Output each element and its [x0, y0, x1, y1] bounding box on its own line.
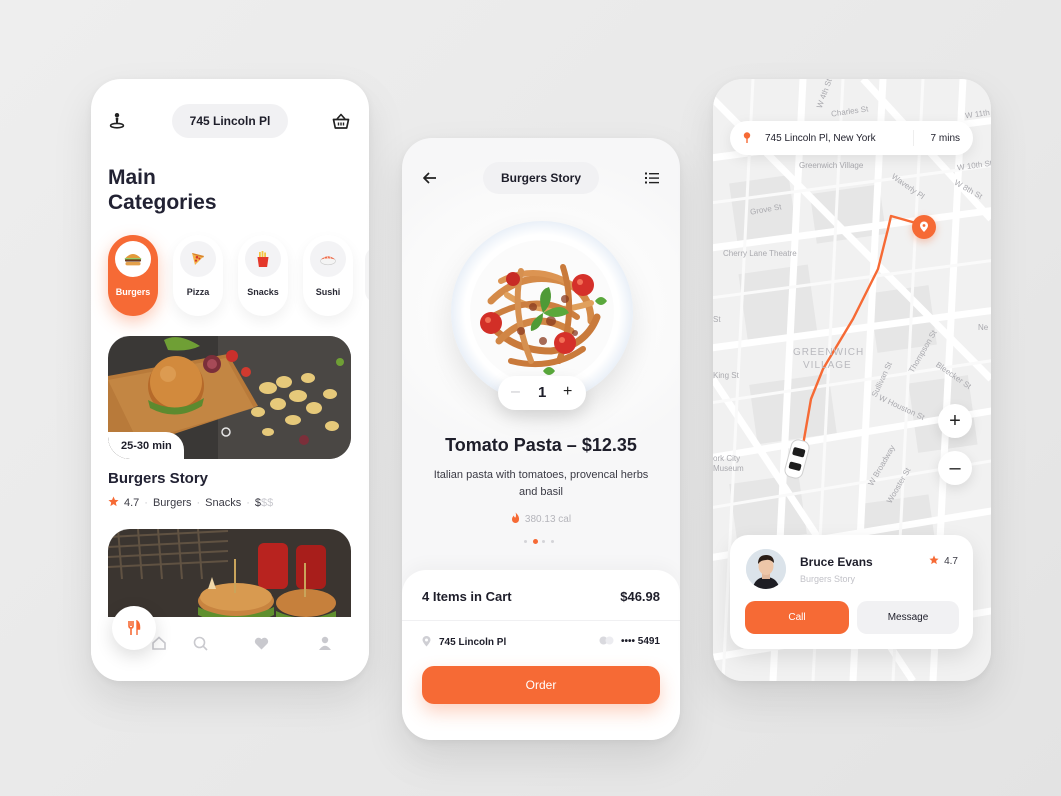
arrow-left-icon [423, 172, 436, 184]
divider [402, 620, 680, 621]
street-label: Ne [978, 323, 989, 332]
category-label: Pizza [186, 287, 210, 297]
location-pin-icon [422, 636, 439, 648]
cart-panel: 4 Items in Cart $46.98 745 Lincoln Pl ••… [402, 570, 680, 740]
home-top-bar: 745 Lincoln Pl [107, 103, 351, 139]
location-pill[interactable]: 745 Lincoln Pl [172, 104, 288, 138]
pager-dot[interactable] [551, 540, 554, 543]
category-snacks[interactable]: Snacks [238, 235, 288, 316]
driver-photo [746, 549, 786, 589]
image-pager-dots[interactable] [524, 539, 560, 545]
rating-value: 4.7 [124, 497, 140, 509]
divider [913, 130, 914, 146]
cart-summary[interactable]: 4 Items in Cart $46.98 [422, 589, 660, 604]
heart-icon [254, 637, 268, 649]
zoom-out-button[interactable]: – [938, 451, 972, 485]
destination-marker[interactable] [912, 215, 936, 239]
cart-items-label: 4 Items in Cart [422, 589, 512, 604]
zoom-in-button[interactable]: + [938, 404, 972, 438]
pin-icon [920, 221, 928, 232]
increase-button[interactable]: + [563, 383, 572, 401]
dish-description: Italian pasta with tomatoes, provencal h… [433, 469, 649, 498]
fries-icon [245, 241, 281, 277]
category-pizza[interactable]: Pizza [173, 235, 223, 316]
driver-card: Bruce Evans Burgers Story 4.7 Call Messa… [730, 535, 973, 649]
neighborhood-label: VILLAGE [803, 360, 852, 371]
person-pin-icon[interactable] [107, 111, 127, 131]
star-icon [108, 496, 119, 510]
restaurant-fab-button[interactable] [112, 606, 156, 650]
cart-total: $46.98 [620, 589, 660, 604]
calories-info: 380.13 cal [402, 512, 680, 525]
back-button[interactable] [420, 168, 440, 188]
plus-icon: + [949, 410, 961, 432]
neighborhood-label: GREENWICH [793, 347, 865, 358]
home-screen: 745 Lincoln Pl Main Categories Burgers P… [91, 79, 369, 681]
menu-list-button[interactable] [642, 168, 662, 188]
street-label: Cherry Lane Theatre [723, 249, 797, 258]
street-label: ork City [713, 454, 741, 463]
burger-icon [115, 241, 151, 277]
category-label: Burgers [115, 287, 151, 297]
page-title: Main Categories [108, 166, 217, 214]
eta-label: 7 mins [930, 133, 960, 144]
pager-dot[interactable] [542, 540, 545, 543]
driver-subtitle: Burgers Story [800, 574, 856, 584]
category-label: Snacks [247, 287, 279, 297]
category-list: Burgers Pizza Snacks Sushi [108, 235, 369, 317]
list-icon [645, 172, 659, 184]
payment-card[interactable]: •••• 5491 [599, 636, 660, 647]
card-icon [599, 636, 621, 647]
quantity-value: 1 [538, 384, 547, 401]
checkout-details: 745 Lincoln Pl •••• 5491 [422, 636, 660, 648]
restaurant-pill[interactable]: Burgers Story [483, 162, 599, 194]
category-burgers[interactable]: Burgers [108, 235, 158, 316]
restaurant-card-image[interactable]: 25-30 min [108, 336, 351, 459]
dish-title: Tomato Pasta – $12.35 [445, 435, 637, 455]
call-button[interactable]: Call [745, 601, 849, 634]
delivery-time-tag: 25-30 min [108, 432, 184, 459]
category-overflow [365, 247, 369, 303]
destination-bar[interactable]: 745 Lincoln Pl, New York 7 mins [730, 121, 973, 155]
cutlery-icon [128, 620, 141, 635]
location-pin-icon [743, 132, 751, 146]
basket-icon[interactable] [331, 111, 351, 131]
pager-dot[interactable] [533, 539, 538, 544]
order-button[interactable]: Order [422, 666, 660, 704]
driver-name: Bruce Evans [800, 555, 873, 569]
street-label: Greenwich Village [799, 161, 864, 170]
sushi-icon [310, 241, 346, 277]
pager-dot[interactable] [524, 540, 527, 543]
home-icon [152, 636, 166, 650]
search-tab[interactable] [190, 633, 210, 653]
profile-icon [319, 636, 331, 650]
tag-snacks: Snacks [205, 497, 242, 509]
profile-tab[interactable] [315, 633, 335, 653]
price-level: $$$ [254, 497, 274, 509]
destination-address: 745 Lincoln Pl, New York [765, 133, 876, 144]
favorites-tab[interactable] [251, 633, 271, 653]
flame-icon [511, 512, 525, 525]
street-label: King St [713, 371, 739, 380]
delivery-address[interactable]: 745 Lincoln Pl [439, 637, 506, 648]
restaurant-name[interactable]: Burgers Story [108, 470, 208, 487]
search-icon [193, 636, 208, 651]
street-label: St [713, 315, 721, 324]
message-button[interactable]: Message [857, 601, 959, 634]
category-sushi[interactable]: Sushi [303, 235, 353, 316]
tag-burgers: Burgers [152, 497, 192, 509]
product-screen: Burgers Story – 1 + Tomato Pasta – $12.3… [402, 138, 680, 740]
street-label: Museum [713, 464, 744, 473]
quantity-stepper[interactable]: – 1 + [498, 376, 586, 410]
minus-icon: – [949, 457, 961, 479]
tracking-screen: W 4th St Charles St W 11th St W 10th St … [713, 79, 991, 681]
decrease-button[interactable]: – [511, 383, 520, 401]
category-label: Sushi [315, 287, 341, 297]
pizza-icon [180, 241, 216, 277]
driver-rating: 4.7 [929, 555, 958, 567]
restaurant-meta: 4.7 · Burgers · Snacks · $$$ [108, 496, 273, 510]
avatar [746, 549, 786, 589]
star-icon [929, 555, 944, 567]
